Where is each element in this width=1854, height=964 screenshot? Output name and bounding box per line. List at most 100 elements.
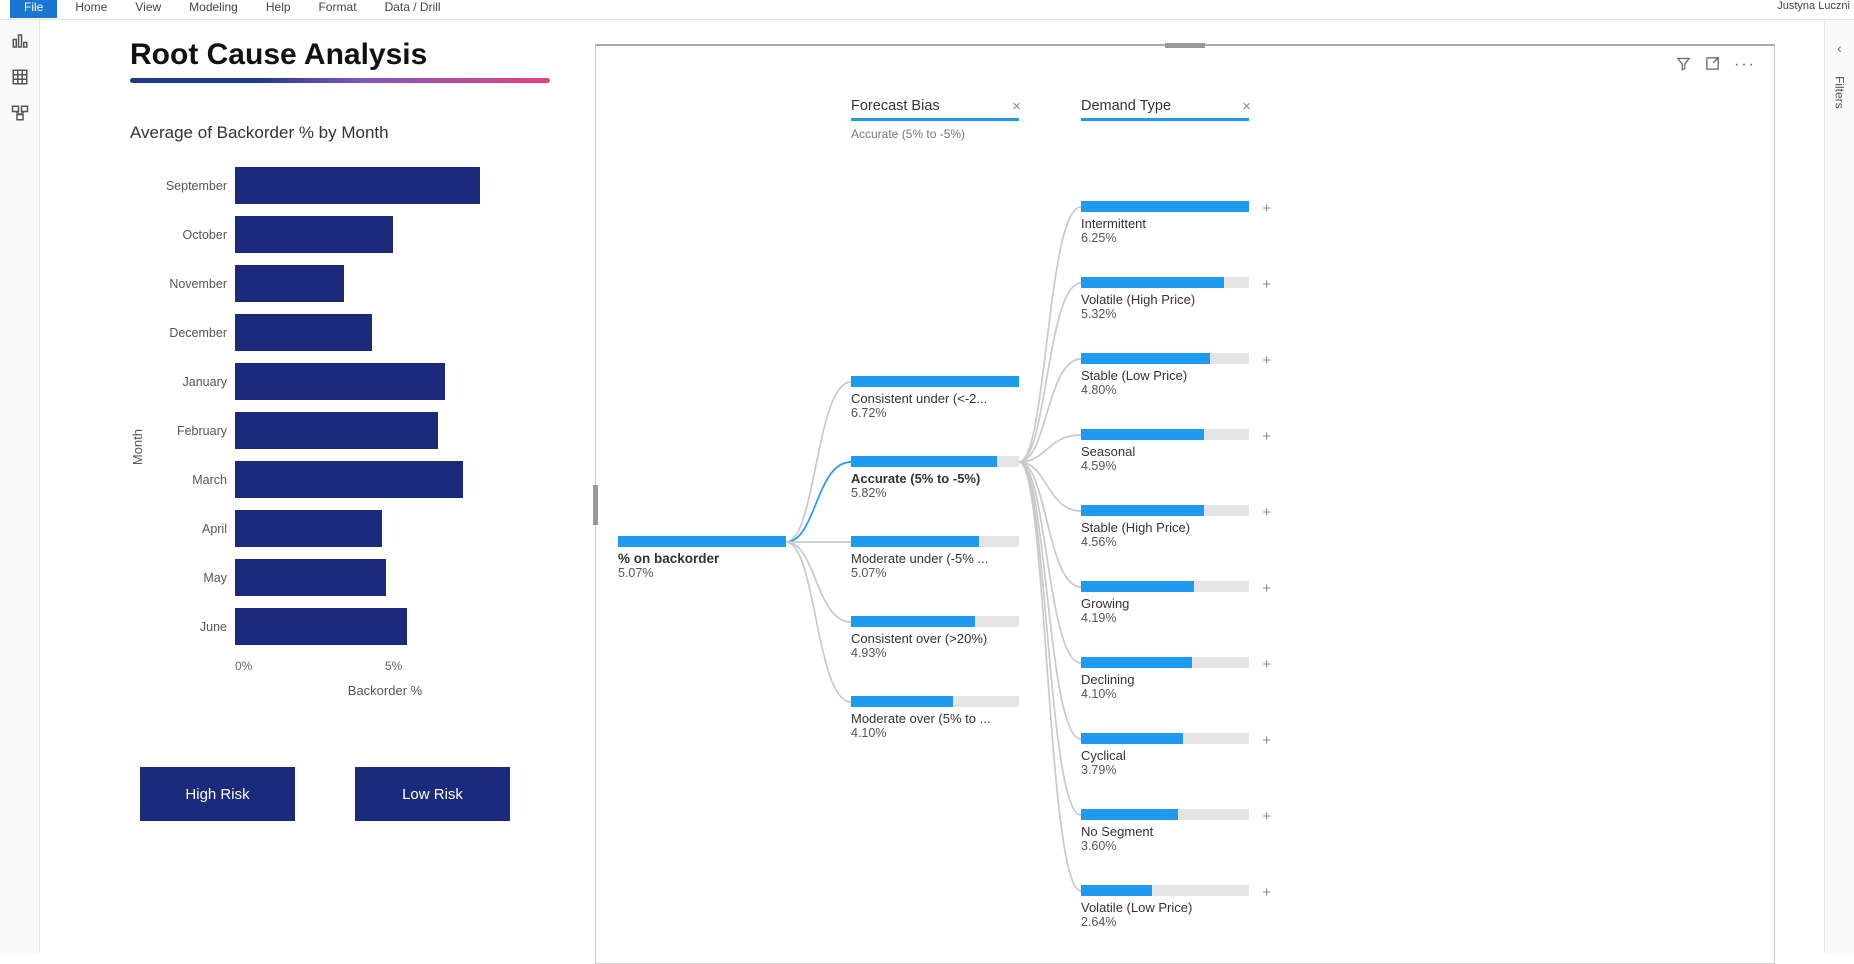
tree-node-value: 3.79% [1081, 763, 1249, 777]
tree-node-value: 4.56% [1081, 535, 1249, 549]
backorder-bar-chart[interactable]: Month SeptemberOctoberNovemberDecemberJa… [130, 167, 530, 727]
y-axis-label: Month [130, 429, 145, 465]
tree-node-value: 4.59% [1081, 459, 1249, 473]
bar-row[interactable]: June [145, 608, 535, 645]
bar-fill [235, 510, 382, 547]
bar-label: November [145, 277, 235, 291]
level1-close-icon[interactable]: × [1012, 98, 1021, 115]
tree-node-value: 2.64% [1081, 915, 1249, 929]
expand-plus-icon[interactable]: + [1262, 808, 1271, 825]
tree-node[interactable]: Moderate over (5% to ...4.10% [851, 696, 1019, 740]
tree-node-bar [1081, 581, 1249, 592]
low-risk-button[interactable]: Low Risk [355, 767, 510, 821]
bar-row[interactable]: December [145, 314, 535, 351]
decomposition-tree-visual[interactable]: ··· Forecast Bias × Accurate (5% to -5%)… [595, 44, 1775, 964]
bar-row[interactable]: September [145, 167, 535, 204]
bar-fill [235, 265, 344, 302]
expand-plus-icon[interactable]: + [1262, 884, 1271, 901]
root-node[interactable]: % on backorder 5.07% [618, 536, 786, 580]
level1-header[interactable]: Forecast Bias × Accurate (5% to -5%) [851, 98, 1019, 141]
tree-node-value: 6.25% [1081, 231, 1249, 245]
root-node-label: % on backorder [618, 551, 786, 566]
tree-node-label: Accurate (5% to -5%) [851, 471, 1019, 486]
root-cause-card: Root Cause Analysis Average of Backorder… [130, 38, 570, 958]
tree-node-value: 3.60% [1081, 839, 1249, 853]
filters-label: Filters [1833, 76, 1847, 109]
tree-node-bar [1081, 201, 1249, 212]
tree-node-value: 4.10% [1081, 687, 1249, 701]
bar-fill [235, 216, 393, 253]
report-canvas: Root Cause Analysis Average of Backorder… [40, 20, 1824, 953]
tree-node[interactable]: Declining4.10%+ [1081, 657, 1249, 701]
expand-plus-icon[interactable]: + [1262, 732, 1271, 749]
expand-plus-icon[interactable]: + [1262, 428, 1271, 445]
chevron-left-icon[interactable]: ‹ [1837, 40, 1842, 56]
tree-node[interactable]: Cyclical3.79%+ [1081, 733, 1249, 777]
menu-view[interactable]: View [135, 0, 161, 14]
tree-node[interactable]: Growing4.19%+ [1081, 581, 1249, 625]
menu-format[interactable]: Format [319, 0, 357, 14]
tree-node[interactable]: Consistent under (<-2...6.72% [851, 376, 1019, 420]
expand-plus-icon[interactable]: + [1262, 504, 1271, 521]
menu-modeling[interactable]: Modeling [189, 0, 238, 14]
tree-node[interactable]: Stable (Low Price)4.80%+ [1081, 353, 1249, 397]
bar-row[interactable]: January [145, 363, 535, 400]
tree-node[interactable]: Stable (High Price)4.56%+ [1081, 505, 1249, 549]
bar-label: September [145, 179, 235, 193]
tree-node[interactable]: Seasonal4.59%+ [1081, 429, 1249, 473]
expand-plus-icon[interactable]: + [1262, 656, 1271, 673]
bar-row[interactable]: May [145, 559, 535, 596]
bar-row[interactable]: February [145, 412, 535, 449]
bar-track [235, 559, 535, 596]
report-view-icon[interactable] [11, 32, 29, 50]
bar-row[interactable]: March [145, 461, 535, 498]
model-view-icon[interactable] [11, 104, 29, 122]
tree-node-bar [851, 456, 1019, 467]
root-node-bar [618, 536, 786, 547]
menu-file[interactable]: File [10, 0, 57, 18]
tree-node-value: 5.82% [851, 486, 1019, 500]
bar-label: April [145, 522, 235, 536]
level2-close-icon[interactable]: × [1242, 98, 1251, 115]
root-node-value: 5.07% [618, 566, 786, 580]
bar-fill [235, 363, 445, 400]
level1-title: Forecast Bias [851, 98, 1019, 116]
data-view-icon[interactable] [11, 68, 29, 86]
filters-pane-collapsed[interactable]: ‹ Filters [1824, 20, 1854, 953]
tree-node-bar [1081, 429, 1249, 440]
bar-track [235, 265, 535, 302]
bar-row[interactable]: April [145, 510, 535, 547]
menu-data-drill[interactable]: Data / Drill [385, 0, 441, 14]
tree-node-label: Intermittent [1081, 216, 1249, 231]
risk-buttons: High Risk Low Risk [140, 767, 570, 821]
expand-plus-icon[interactable]: + [1262, 580, 1271, 597]
tree-node-value: 4.19% [1081, 611, 1249, 625]
tree-node[interactable]: Moderate under (-5% ...5.07% [851, 536, 1019, 580]
tree-node[interactable]: Accurate (5% to -5%)5.82% [851, 456, 1019, 500]
bar-track [235, 167, 535, 204]
tree-node-bar [1081, 809, 1249, 820]
x-axis-label: Backorder % [235, 683, 535, 698]
menu-help[interactable]: Help [266, 0, 291, 14]
page-title: Root Cause Analysis [130, 38, 570, 72]
tree-node[interactable]: Volatile (Low Price)2.64%+ [1081, 885, 1249, 929]
tree-node[interactable]: Intermittent6.25%+ [1081, 201, 1249, 245]
expand-plus-icon[interactable]: + [1262, 352, 1271, 369]
menu-home[interactable]: Home [75, 0, 107, 14]
tree-node-label: Consistent over (>20%) [851, 631, 1019, 646]
tree-node-bar [1081, 885, 1249, 896]
bar-row[interactable]: November [145, 265, 535, 302]
tree-node-label: Moderate under (-5% ... [851, 551, 1019, 566]
expand-plus-icon[interactable]: + [1262, 200, 1271, 217]
bar-row[interactable]: October [145, 216, 535, 253]
high-risk-button[interactable]: High Risk [140, 767, 295, 821]
tree-node[interactable]: No Segment3.60%+ [1081, 809, 1249, 853]
bar-label: October [145, 228, 235, 242]
tree-node-label: Moderate over (5% to ... [851, 711, 1019, 726]
chart-title: Average of Backorder % by Month [130, 123, 570, 143]
tree-node[interactable]: Volatile (High Price)5.32%+ [1081, 277, 1249, 321]
tree-node[interactable]: Consistent over (>20%)4.93% [851, 616, 1019, 660]
level2-header[interactable]: Demand Type × [1081, 98, 1249, 121]
bar-track [235, 461, 535, 498]
expand-plus-icon[interactable]: + [1262, 276, 1271, 293]
